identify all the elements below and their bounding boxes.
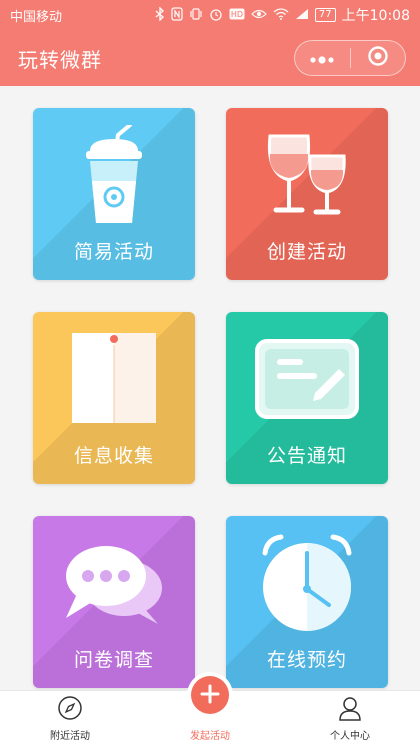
tab-create[interactable]: 发起活动 (140, 676, 280, 747)
tab-profile[interactable]: 个人中心 (280, 690, 420, 747)
eye-icon (251, 8, 267, 23)
drink-cup-icon (74, 123, 154, 229)
carrier-label: 中国移动 (10, 9, 63, 25)
wifi-icon (273, 7, 289, 23)
create-plus-button[interactable] (191, 676, 229, 714)
bluetooth-icon (155, 5, 165, 24)
card-announcement[interactable]: 公告通知 (226, 312, 388, 484)
hd-icon: HD (229, 8, 245, 23)
notice-board-icon (255, 339, 359, 423)
card-label: 简易活动 (73, 241, 154, 263)
nav-bar: 玩转微群 (0, 30, 420, 86)
tab-nearby[interactable]: 附近活动 (0, 690, 140, 747)
clock: 上午10:08 (341, 8, 410, 24)
card-label: 问卷调查 (73, 649, 154, 671)
card-online-booking[interactable]: 在线预约 (226, 516, 388, 688)
document-folder-icon (68, 325, 160, 429)
card-label: 创建活动 (266, 241, 347, 263)
svg-text:HD: HD (231, 10, 243, 19)
user-icon (337, 695, 363, 721)
status-bar: 中国移动 HD 77 上午10:08 (0, 0, 420, 30)
status-right: HD 77 上午10:08 (155, 5, 410, 25)
more-dots-icon (309, 49, 335, 68)
feature-grid: 简易活动 创建活动 信息收集 公告通知 问卷调查 在线预约 (33, 108, 389, 688)
wine-glasses-icon (262, 130, 352, 224)
plus-icon (200, 684, 220, 707)
alarm-clock-icon (255, 531, 359, 639)
signal-icon (295, 8, 309, 23)
target-close-icon (367, 45, 389, 71)
card-label: 信息收集 (73, 445, 154, 467)
alarm-icon (209, 7, 223, 24)
tab-label: 个人中心 (330, 731, 370, 742)
close-button[interactable] (351, 41, 406, 75)
card-info-collect[interactable]: 信息收集 (33, 312, 195, 484)
card-create-activity[interactable]: 创建活动 (226, 108, 388, 280)
card-simple-activity[interactable]: 简易活动 (33, 108, 195, 280)
battery-indicator: 77 (314, 8, 336, 22)
page-title: 玩转微群 (18, 47, 102, 72)
card-label: 公告通知 (266, 445, 347, 467)
card-label: 在线预约 (266, 649, 347, 671)
vibrate-icon (189, 7, 203, 24)
tab-label: 附近活动 (50, 731, 90, 742)
mini-program-capsule (294, 40, 406, 76)
tab-label: 发起活动 (190, 731, 230, 742)
nfc-icon (171, 6, 183, 24)
more-button[interactable] (295, 41, 350, 75)
tab-bar: 附近活动 发起活动 个人中心 (0, 676, 420, 747)
compass-icon (57, 695, 83, 721)
chat-bubbles-icon (62, 538, 166, 632)
card-questionnaire[interactable]: 问卷调查 (33, 516, 195, 688)
status-left: 中国移动 (10, 6, 62, 25)
